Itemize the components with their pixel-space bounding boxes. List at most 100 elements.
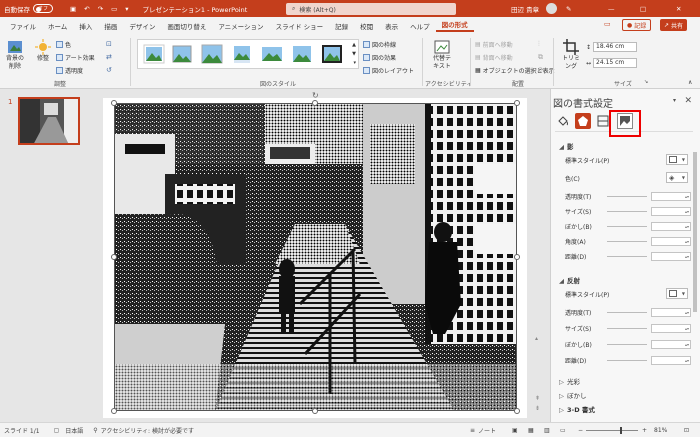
accessibility-icon[interactable]: ⚲ [93, 427, 97, 434]
width-value[interactable]: 24.15 cm [593, 58, 638, 68]
language[interactable]: 日本語 [65, 426, 83, 435]
spinner[interactable]: ▴▾ [651, 206, 691, 216]
undo-icon[interactable]: ↶ [84, 5, 89, 13]
height-value[interactable]: 18.46 cm [593, 42, 638, 52]
share-button[interactable]: ↗ 共有 [660, 19, 688, 31]
slideshow-view-icon[interactable]: ▭ [560, 427, 566, 434]
resize-handle[interactable] [111, 408, 117, 414]
style-thumb[interactable] [143, 44, 165, 64]
height-field[interactable]: ↕ 18.46 cm [586, 42, 638, 52]
picture-effects-button[interactable]: 図の効果 [363, 53, 396, 62]
minimize-icon[interactable]: — [608, 5, 615, 13]
rotate-icon[interactable]: ⟳ [538, 66, 544, 74]
tab-design[interactable]: デザイン [123, 21, 161, 31]
scroll-up-icon[interactable]: ▴ [535, 335, 538, 342]
normal-view-icon[interactable]: ▣ [512, 427, 518, 434]
pane-scrollbar-thumb[interactable] [693, 152, 697, 312]
next-slide-icon[interactable]: ⇟ [535, 405, 540, 412]
slider[interactable] [607, 343, 647, 345]
autosave-toggle[interactable] [33, 4, 53, 13]
style-thumb[interactable] [261, 44, 283, 64]
style-thumb[interactable] [231, 44, 253, 64]
slider[interactable] [607, 210, 647, 212]
gallery-more-icon[interactable]: ▾ [353, 60, 356, 66]
fill-line-icon[interactable] [555, 113, 571, 129]
resize-handle[interactable] [111, 254, 117, 260]
user-name[interactable]: 田辺 貴章 [511, 4, 539, 14]
transparency-button[interactable]: 透明度 [56, 66, 83, 75]
tab-review[interactable]: 校閲 [354, 21, 379, 31]
slider[interactable] [607, 359, 647, 361]
picture-border-button[interactable]: 図の枠線 [363, 40, 396, 49]
resize-handle[interactable] [111, 100, 117, 106]
tab-insert[interactable]: 挿入 [73, 21, 98, 31]
change-picture-icon[interactable]: ⇄ [106, 53, 112, 61]
spinner[interactable]: ▴▾ [651, 251, 691, 261]
style-thumb[interactable] [201, 44, 223, 64]
shadow-color-dropdown[interactable]: ◈ ▼ [666, 172, 688, 183]
shadow-preset-dropdown[interactable]: ▼ [666, 154, 688, 165]
close-icon[interactable]: ✕ [676, 5, 681, 13]
selected-picture[interactable] [114, 103, 517, 411]
reflection-section-header[interactable]: ◢ 反射 [559, 275, 580, 285]
corrections-button[interactable]: 修整 [34, 39, 52, 63]
redo-icon[interactable]: ↷ [98, 5, 103, 13]
slider[interactable] [607, 327, 647, 329]
notes-button[interactable]: ノート [478, 426, 496, 435]
compress-icon[interactable]: ⊡ [106, 40, 112, 48]
maximize-icon[interactable]: □ [640, 5, 646, 13]
slideshow-icon[interactable]: ▭ [111, 5, 117, 13]
slider[interactable] [607, 225, 647, 227]
artistic-effects-button[interactable]: アート効果 [56, 53, 95, 62]
style-thumb-selected[interactable] [321, 44, 343, 64]
tab-transitions[interactable]: 画面切り替え [161, 21, 212, 31]
tab-draw[interactable]: 描画 [98, 21, 123, 31]
spinner[interactable]: ▴▾ [651, 339, 691, 349]
search-input[interactable]: ⌕ 検索 (Alt+Q) [286, 3, 456, 15]
picture-layout-button[interactable]: 図のレイアウト [363, 66, 414, 75]
spellcheck-icon[interactable]: ▢ [54, 427, 60, 434]
size-launcher-icon[interactable]: ↘ [644, 79, 648, 85]
width-field[interactable]: ↔ 24.15 cm [586, 58, 638, 68]
align-icon[interactable]: ⫶ [538, 40, 540, 49]
comments-icon[interactable]: ▭ [604, 20, 611, 28]
zoom-slider-thumb[interactable] [620, 427, 622, 434]
fit-to-window-icon[interactable]: ⊡ [684, 427, 689, 434]
zoom-in-icon[interactable]: + [642, 427, 647, 434]
slide-sorter-icon[interactable]: ▦ [528, 427, 534, 434]
record-button[interactable]: ● 記録 [622, 19, 652, 31]
prev-slide-icon[interactable]: ⇞ [535, 395, 540, 402]
soft-edges-section-header[interactable]: ▷ ぼかし [559, 390, 587, 400]
zoom-level[interactable]: 81% [654, 427, 667, 434]
tab-file[interactable]: ファイル [4, 21, 42, 31]
spinner[interactable]: ▴▾ [651, 307, 691, 317]
reflection-preset-dropdown[interactable]: ▼ [666, 288, 688, 299]
pen-icon[interactable]: ✎ [566, 5, 571, 13]
send-backward-button[interactable]: ▤ 背面へ移動 [475, 53, 513, 62]
3d-format-section-header[interactable]: ▷ 3-D 書式 [559, 404, 595, 414]
glow-section-header[interactable]: ▷ 光彩 [559, 376, 580, 386]
gallery-scroll-down-icon[interactable]: ▼ [352, 51, 356, 57]
tab-record[interactable]: 記録 [329, 21, 354, 31]
slider[interactable] [607, 255, 647, 257]
pane-scrollbar[interactable] [692, 142, 697, 412]
tab-slideshow[interactable]: スライド ショー [270, 21, 330, 31]
resize-handle[interactable] [514, 100, 520, 106]
style-thumb[interactable] [171, 44, 193, 64]
effects-icon[interactable] [575, 113, 591, 129]
remove-background-button[interactable]: 背景の削除 [4, 39, 26, 70]
spinner[interactable]: ▴▾ [651, 236, 691, 246]
reset-picture-icon[interactable]: ↺ [106, 66, 112, 74]
accessibility-status[interactable]: アクセシビリティ: 検討が必要です [101, 426, 194, 435]
tab-picture-format[interactable]: 図の形式 [435, 19, 474, 32]
save-icon[interactable]: ▣ [70, 5, 76, 13]
tab-animations[interactable]: アニメーション [212, 21, 269, 31]
crop-button[interactable]: トリミング [560, 39, 582, 70]
spinner[interactable]: ▴▾ [651, 191, 691, 201]
resize-handle[interactable] [312, 408, 318, 414]
avatar[interactable] [546, 3, 557, 14]
tab-view[interactable]: 表示 [379, 21, 404, 31]
customize-qat-icon[interactable]: ▾ [125, 5, 128, 13]
resize-handle[interactable] [514, 254, 520, 260]
gallery-scroll-up-icon[interactable]: ▲ [352, 42, 356, 48]
